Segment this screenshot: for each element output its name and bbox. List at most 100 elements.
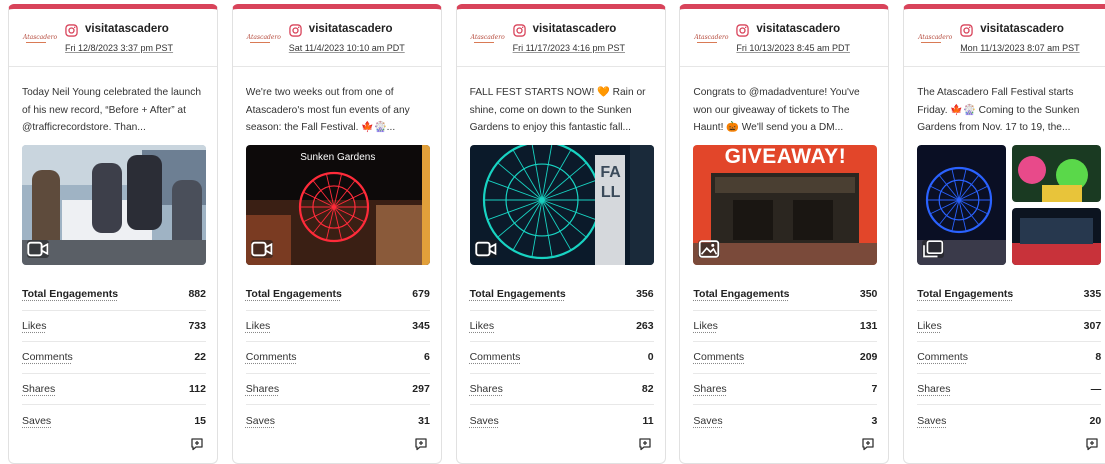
post-date-link[interactable]: Fri 12/8/2023 3:37 pm PST — [65, 43, 173, 53]
instagram-icon — [513, 24, 526, 37]
post-cards-row: Atascadero visitatascadero Fri 12/8/2023 3… — [8, 4, 1105, 464]
account-name: visitatascadero — [85, 23, 169, 35]
metric-label[interactable]: Saves — [693, 415, 722, 427]
post-caption: Congrats to @madadventure! You've won ou… — [693, 84, 877, 138]
metric-row-shares: Shares 7 — [693, 374, 877, 406]
metric-row-likes: Likes 345 — [246, 311, 430, 343]
metric-label[interactable]: Likes — [693, 320, 718, 332]
metric-value: 356 — [636, 288, 654, 300]
metric-row-likes: Likes 131 — [693, 311, 877, 343]
post-caption: FALL FEST STARTS NOW! 🧡 Rain or shine, c… — [470, 84, 654, 138]
add-comment-icon[interactable] — [190, 437, 204, 451]
instagram-icon — [65, 24, 78, 37]
account-name: visitatascadero — [756, 23, 840, 35]
post-card[interactable]: Atascadero visitatascadero Mon 11/13/2023 … — [903, 4, 1105, 464]
post-card[interactable]: Atascadero visitatascadero Fri 10/13/2023 … — [679, 4, 889, 464]
metric-row-total-engagements: Total Engagements 356 — [470, 279, 654, 311]
metrics-list: Total Engagements 356 Likes 263 Comments 0 Sha… — [470, 279, 654, 437]
metric-label[interactable]: Shares — [22, 383, 55, 395]
metric-label[interactable]: Comments — [917, 351, 968, 363]
metric-value: 8 — [1095, 351, 1101, 363]
instagram-icon — [960, 24, 973, 37]
metric-label[interactable]: Comments — [246, 351, 297, 363]
post-header: Atascadero visitatascadero Fri 10/13/2023 … — [680, 9, 888, 67]
metric-label[interactable]: Saves — [470, 415, 499, 427]
metric-label[interactable]: Saves — [22, 415, 51, 427]
metric-label[interactable]: Total Engagements — [470, 288, 566, 300]
metric-label[interactable]: Total Engagements — [246, 288, 342, 300]
metrics-list: Total Engagements 350 Likes 131 Comments 209 S… — [693, 279, 877, 437]
metric-label[interactable]: Comments — [470, 351, 521, 363]
metric-row-likes: Likes 733 — [22, 311, 206, 343]
metric-label[interactable]: Total Engagements — [917, 288, 1013, 300]
metric-value: 263 — [636, 320, 654, 332]
metric-value: 679 — [412, 288, 430, 300]
gallery-image-top[interactable] — [1012, 145, 1101, 202]
metric-row-total-engagements: Total Engagements 335 — [917, 279, 1101, 311]
metric-row-comments: Comments 0 — [470, 342, 654, 374]
metric-row-total-engagements: Total Engagements 679 — [246, 279, 430, 311]
post-media[interactable]: FALL — [470, 145, 654, 265]
metric-value: 112 — [189, 383, 206, 395]
post-media[interactable] — [22, 145, 206, 265]
metric-row-shares: Shares 297 — [246, 374, 430, 406]
metric-row-comments: Comments 209 — [693, 342, 877, 374]
add-comment-icon[interactable] — [414, 437, 428, 451]
gallery-image-bottom[interactable] — [1012, 208, 1101, 265]
metric-row-comments: Comments 6 — [246, 342, 430, 374]
metric-row-saves: Saves 20 — [917, 405, 1101, 437]
metric-label[interactable]: Shares — [917, 383, 950, 395]
brand-logo: Atascadero — [694, 34, 720, 43]
metric-label[interactable]: Likes — [246, 320, 271, 332]
post-date-link[interactable]: Sat 11/4/2023 10:10 am PDT — [289, 43, 405, 53]
metric-value: 350 — [860, 288, 878, 300]
metric-label[interactable]: Total Engagements — [693, 288, 789, 300]
metric-label[interactable]: Shares — [693, 383, 726, 395]
metric-label[interactable]: Likes — [917, 320, 942, 332]
metric-row-shares: Shares 112 — [22, 374, 206, 406]
image-icon — [698, 240, 720, 258]
metric-value: 345 — [412, 320, 430, 332]
video-icon — [251, 240, 273, 258]
post-card[interactable]: Atascadero visitatascadero Sat 11/4/2023 1… — [232, 4, 442, 464]
metric-row-likes: Likes 263 — [470, 311, 654, 343]
metric-value: 31 — [418, 415, 430, 427]
post-date-link[interactable]: Mon 11/13/2023 8:07 am PST — [960, 43, 1079, 53]
post-caption: Today Neil Young celebrated the launch o… — [22, 84, 206, 138]
metric-value: 15 — [194, 415, 206, 427]
metric-row-shares: Shares — — [917, 374, 1101, 406]
metric-label[interactable]: Likes — [470, 320, 495, 332]
add-comment-icon[interactable] — [861, 437, 875, 451]
post-date-link[interactable]: Fri 11/17/2023 4:16 pm PST — [513, 43, 625, 53]
metric-label[interactable]: Shares — [470, 383, 503, 395]
metric-label[interactable]: Likes — [22, 320, 47, 332]
brand-logo: Atascadero — [23, 34, 49, 43]
metric-label[interactable]: Comments — [693, 351, 744, 363]
media-overlay-text: FALL — [600, 163, 622, 203]
media-overlay-text: GIVEAWAY! — [693, 145, 877, 169]
metric-label[interactable]: Shares — [246, 383, 279, 395]
metric-label[interactable]: Comments — [22, 351, 73, 363]
post-header: Atascadero visitatascadero Mon 11/13/2023 … — [904, 9, 1105, 67]
metric-row-total-engagements: Total Engagements 350 — [693, 279, 877, 311]
instagram-icon — [289, 24, 302, 37]
brand-logo: Atascadero — [471, 34, 497, 43]
metric-label[interactable]: Saves — [246, 415, 275, 427]
metric-row-saves: Saves 3 — [693, 405, 877, 437]
metric-label[interactable]: Total Engagements — [22, 288, 118, 300]
media-overlay-text: Sunken Gardens — [246, 152, 430, 163]
add-comment-icon[interactable] — [1085, 437, 1099, 451]
post-card[interactable]: Atascadero visitatascadero Fri 12/8/2023 3… — [8, 4, 218, 464]
post-date-link[interactable]: Fri 10/13/2023 8:45 am PDT — [736, 43, 850, 53]
post-media[interactable]: Sunken Gardens — [246, 145, 430, 265]
metric-row-saves: Saves 11 — [470, 405, 654, 437]
metric-value: 209 — [860, 351, 878, 363]
metric-label[interactable]: Saves — [917, 415, 946, 427]
metric-value: 20 — [1090, 415, 1102, 427]
metric-value: — — [1091, 383, 1102, 395]
post-media[interactable]: GIVEAWAY! — [693, 145, 877, 265]
metric-value: 307 — [1084, 320, 1102, 332]
post-media-gallery[interactable] — [917, 145, 1101, 265]
add-comment-icon[interactable] — [638, 437, 652, 451]
post-card[interactable]: Atascadero visitatascadero Fri 11/17/2023 … — [456, 4, 666, 464]
